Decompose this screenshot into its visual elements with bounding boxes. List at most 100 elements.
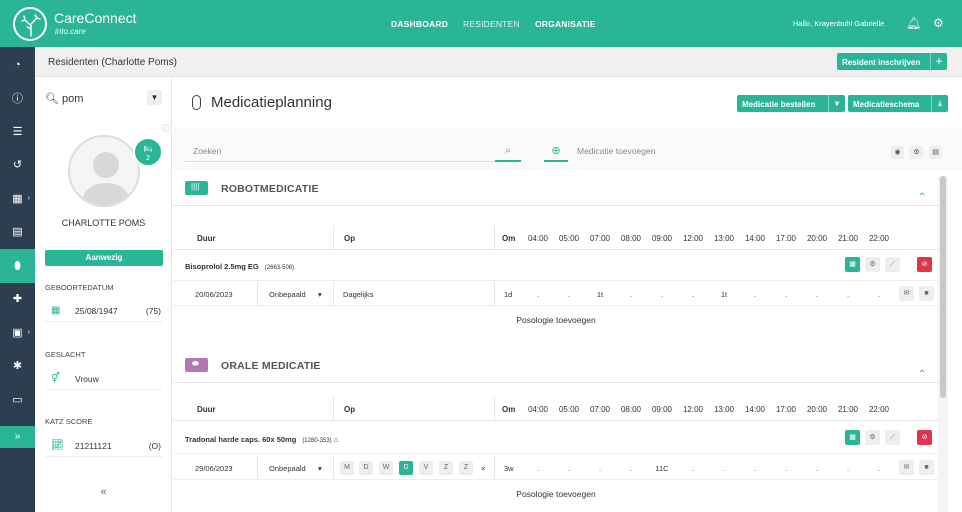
search-icon[interactable]: ⌕: [495, 142, 521, 162]
list-icon[interactable]: ☰: [0, 115, 35, 149]
card-icon[interactable]: ▭: [0, 383, 35, 417]
chevron-down-icon[interactable]: ▾: [318, 290, 322, 299]
clear-days-icon[interactable]: ×: [481, 464, 485, 473]
dose-cell[interactable]: .: [554, 464, 584, 473]
search-input[interactable]: Zoeken: [185, 142, 519, 162]
scrollbar-thumb[interactable]: [940, 176, 946, 398]
medication-name: Tradonal harde caps. 60x 50mg (1280-353) …: [185, 435, 338, 444]
calendar-action-icon[interactable]: ▦: [845, 257, 860, 272]
duration-select[interactable]: Onbepaald: [269, 290, 306, 299]
schedule-row: 20/06/2023 Onbepaald ▾ Dagelijks 1d . . …: [173, 282, 939, 306]
comment-icon[interactable]: ✉: [899, 286, 914, 301]
add-medication-icon[interactable]: ⊕: [544, 142, 568, 162]
dose-cell[interactable]: .: [709, 464, 739, 473]
medication-icon[interactable]: ⬮: [0, 249, 35, 283]
dose-cell[interactable]: 1t: [585, 290, 615, 299]
col-hour: 21:00: [837, 234, 859, 243]
nav-residenten[interactable]: RESIDENTEN: [463, 19, 520, 29]
day-toggle[interactable]: Z: [459, 461, 473, 475]
day-toggle[interactable]: M: [340, 461, 354, 475]
med-code: (1280-353): [302, 438, 332, 444]
day-toggle[interactable]: Z: [439, 461, 453, 475]
settings-icon[interactable]: ⚙: [910, 146, 923, 159]
katz-value: 21211121: [75, 441, 112, 451]
bug-icon[interactable]: ✱: [0, 349, 35, 383]
dose-cell[interactable]: 1t: [709, 290, 739, 299]
calendar-action-icon[interactable]: ▦: [845, 430, 860, 445]
info-small-icon[interactable]: ⓘ: [161, 123, 169, 134]
dose-cell[interactable]: .: [771, 290, 801, 299]
dose-cell[interactable]: .: [523, 464, 553, 473]
dose-cell[interactable]: 11C: [647, 464, 677, 473]
day-toggle-active[interactable]: D: [399, 461, 413, 475]
dose-cell[interactable]: .: [833, 290, 863, 299]
dose-cell[interactable]: .: [585, 464, 615, 473]
col-hour: 07:00: [589, 234, 611, 243]
resident-search[interactable]: 🔍︎ pom: [45, 92, 83, 105]
add-medication-input[interactable]: Medicatie toevoegen: [568, 142, 868, 162]
order-medication-button[interactable]: Medicatie bestellen ▾: [737, 95, 845, 112]
collapse-panel-button[interactable]: «: [35, 486, 172, 498]
dose-cell[interactable]: .: [833, 464, 863, 473]
dose-cell[interactable]: .: [616, 290, 646, 299]
user-greeting[interactable]: Hallo, Krayenbuhl Gabrielle: [793, 19, 884, 28]
main-content: Medicatieplanning Medicatie bestellen ▾ …: [173, 78, 962, 512]
eye-icon[interactable]: ◉: [891, 146, 904, 159]
dose-cell[interactable]: .: [740, 464, 770, 473]
bell-icon[interactable]: 🔔︎: [906, 16, 921, 30]
resident-enroll-button[interactable]: Resident inschrijven ＋: [837, 53, 947, 70]
calendar-icon[interactable]: ▦ ›: [0, 182, 35, 216]
document-icon[interactable]: ▤: [0, 215, 35, 249]
print-icon[interactable]: ▤: [929, 146, 942, 159]
gender-label: GESLACHT: [45, 350, 86, 359]
day-toggle[interactable]: D: [359, 461, 373, 475]
filter-icon[interactable]: ▼: [147, 90, 162, 105]
dose-cell[interactable]: .: [771, 464, 801, 473]
dose-cell[interactable]: .: [802, 464, 832, 473]
add-posology-link[interactable]: Posologie toevoegen: [173, 481, 939, 507]
dose-cell[interactable]: .: [740, 290, 770, 299]
info-icon[interactable]: ⓘ: [0, 82, 35, 116]
chevron-up-icon[interactable]: ⌃: [918, 369, 926, 380]
dose-cell[interactable]: .: [647, 290, 677, 299]
chevron-up-icon[interactable]: ⌃: [918, 192, 926, 203]
dashboard-icon[interactable]: ◔: [0, 48, 35, 82]
history-icon[interactable]: ↺: [0, 148, 35, 182]
comment-icon[interactable]: ✉: [899, 460, 914, 475]
expand-sidebar-button[interactable]: »: [0, 426, 35, 448]
careconnect-logo[interactable]: [13, 7, 47, 41]
day-toggle[interactable]: W: [379, 461, 393, 475]
day-toggle[interactable]: V: [419, 461, 433, 475]
nav-organisatie[interactable]: ORGANISATIE: [535, 19, 596, 29]
breadcrumb: Residenten (Charlotte Poms): [48, 57, 177, 68]
medical-kit-icon[interactable]: ✚: [0, 282, 35, 316]
dose-cell[interactable]: .: [523, 290, 553, 299]
person-silhouette-icon: [80, 152, 132, 205]
duration-select[interactable]: Onbepaald: [269, 464, 306, 473]
stop-action-icon[interactable]: ⊘: [917, 257, 932, 272]
medication-schema-button[interactable]: Medicatieschema ⤓: [848, 95, 948, 112]
file-icon[interactable]: ▣ ›: [0, 316, 35, 350]
add-posology-link[interactable]: Posologie toevoegen: [173, 307, 939, 333]
chart-action-icon[interactable]: ⟋: [885, 430, 900, 445]
section-oral-header: ⬬ ORALE MEDICATIE ⌃: [173, 353, 939, 383]
gear-icon[interactable]: ⚙: [933, 16, 944, 30]
settings-action-icon[interactable]: ⚙: [865, 430, 880, 445]
stop-action-icon[interactable]: ⊘: [917, 430, 932, 445]
nav-dashboard[interactable]: DASHBOARD: [391, 19, 448, 29]
dose-cell[interactable]: .: [616, 464, 646, 473]
birthdate-label: GEBOORTEDATUM: [45, 283, 114, 292]
dose-cell[interactable]: .: [864, 290, 894, 299]
stop-square-icon[interactable]: ■: [919, 286, 934, 301]
dose-cell[interactable]: .: [554, 290, 584, 299]
bed-badge[interactable]: 🛏︎ 2: [133, 137, 163, 167]
dose-cell[interactable]: .: [678, 290, 708, 299]
settings-action-icon[interactable]: ⚙: [865, 257, 880, 272]
dose-cell[interactable]: .: [802, 290, 832, 299]
chevron-down-icon[interactable]: ▾: [318, 464, 322, 473]
chart-action-icon[interactable]: ⟋: [885, 257, 900, 272]
dose-cell[interactable]: .: [864, 464, 894, 473]
resident-search-input[interactable]: pom: [62, 93, 83, 105]
dose-cell[interactable]: .: [678, 464, 708, 473]
stop-square-icon[interactable]: ■: [919, 460, 934, 475]
